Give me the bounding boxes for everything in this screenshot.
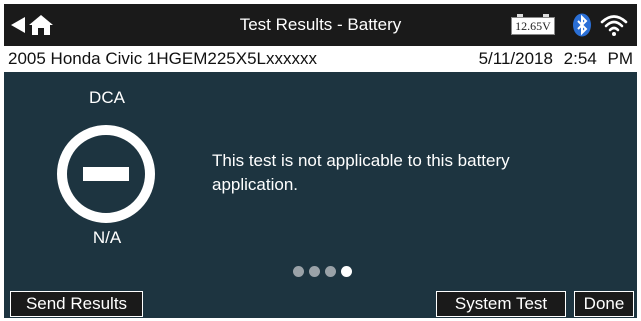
- vehicle-description: 2005 Honda Civic 1HGEM225X5Lxxxxxx: [8, 49, 317, 68]
- home-icon[interactable]: [28, 14, 54, 36]
- vehicle-battery-icon: 12.65V: [511, 14, 559, 36]
- battery-voltage: 12.65V: [511, 17, 555, 35]
- date-time: 5/11/2018 2:54 PM: [478, 49, 633, 68]
- not-applicable-icon: [57, 125, 155, 223]
- page-dot: [309, 266, 320, 277]
- system-test-button[interactable]: System Test: [436, 291, 566, 317]
- done-button[interactable]: Done: [574, 291, 634, 317]
- vehicle-info-bar: 2005 Honda Civic 1HGEM225X5Lxxxxxx 5/11/…: [4, 46, 637, 72]
- test-type-label: DCA: [89, 88, 125, 107]
- send-results-button[interactable]: Send Results: [10, 291, 143, 317]
- result-value: N/A: [92, 228, 122, 247]
- bluetooth-icon: [573, 13, 591, 37]
- test-results-screen: Test Results - Battery 12.65V 2005 Honda…: [4, 4, 637, 318]
- page-title: Test Results - Battery: [239, 15, 402, 34]
- wifi-icon: [600, 15, 628, 36]
- page-dot-active: [341, 266, 352, 277]
- result-message: This test is not applicable to this batt…: [212, 151, 510, 194]
- page-dot: [325, 266, 336, 277]
- title-bar: Test Results - Battery 12.65V: [4, 4, 637, 46]
- page-indicator: [293, 266, 357, 278]
- page-dot: [293, 266, 304, 277]
- back-arrow-icon[interactable]: [10, 16, 26, 34]
